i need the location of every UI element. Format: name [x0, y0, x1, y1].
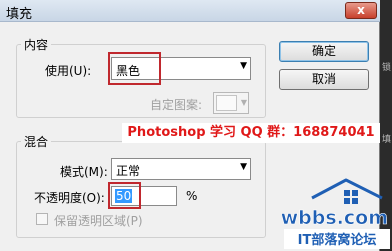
strip-glyph: 锁 — [382, 63, 392, 73]
mode-select-value: 正常 — [116, 164, 141, 178]
blend-group-legend: 混合 — [24, 135, 49, 149]
pattern-swatch — [216, 95, 237, 111]
watermark-banner: Photoshop 学习 QQ 群：168874041 — [122, 123, 380, 143]
logo-site-text: blwbbs.com — [282, 207, 388, 229]
cancel-button[interactable]: 取消 — [279, 69, 369, 90]
dialog-title: 填充 — [6, 7, 33, 22]
content-group-legend: 内容 — [24, 38, 49, 52]
strip-glyph: 填 — [382, 135, 392, 145]
house-icon — [311, 178, 383, 204]
chevron-down-icon: ▼ — [240, 162, 247, 172]
mode-select[interactable]: 正常 ▼ — [111, 158, 251, 180]
highlight-use-value — [108, 52, 161, 85]
site-logo: blwbbs.com IT部落窝论坛 — [282, 178, 390, 249]
chevron-down-icon: ▼ — [240, 61, 247, 71]
title-bar[interactable]: 填充 x — [0, 0, 380, 22]
highlight-opacity — [108, 182, 141, 209]
use-label: 使用(U): — [45, 64, 92, 78]
mode-label: 模式(M): — [60, 165, 108, 179]
opacity-label: 不透明度(O): — [34, 191, 105, 205]
custom-pattern-picker[interactable]: ▼ — [213, 92, 249, 114]
preserve-transparency-label: 保留透明区域(P) — [54, 214, 143, 228]
custom-pattern-label: 自定图案: — [150, 98, 203, 112]
chevron-down-icon: ▼ — [240, 98, 247, 107]
ok-button[interactable]: 确定 — [279, 41, 369, 62]
close-button[interactable]: x — [345, 2, 377, 19]
opacity-unit: % — [186, 189, 198, 203]
logo-name-text: IT部落窝论坛 — [298, 232, 377, 248]
preserve-transparency-checkbox[interactable] — [36, 213, 48, 225]
